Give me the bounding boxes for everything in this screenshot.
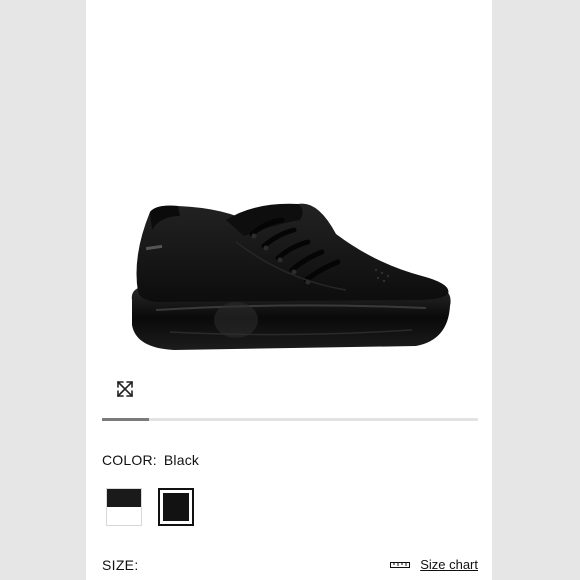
right-margin xyxy=(492,0,580,580)
size-chart-label: Size chart xyxy=(420,557,478,572)
color-label: COLOR: xyxy=(102,452,157,468)
product-image xyxy=(131,203,451,350)
swatch-black-selected[interactable] xyxy=(158,488,194,526)
color-selection: COLOR: Black xyxy=(102,452,199,468)
swatch-black-white[interactable] xyxy=(106,488,142,526)
expand-image-button[interactable] xyxy=(110,374,140,404)
gallery-progress-fill xyxy=(102,418,149,421)
color-value: Black xyxy=(163,452,200,468)
size-label: SIZE: xyxy=(102,557,139,573)
left-margin xyxy=(0,0,86,580)
gallery-progress-bar xyxy=(102,418,478,421)
expand-arrows-icon xyxy=(117,381,133,397)
size-chart-link[interactable]: Size chart xyxy=(390,557,478,572)
ruler-icon xyxy=(390,561,411,568)
swatch-black-fill xyxy=(163,493,189,521)
product-panel: COLOR: Black SIZE: Size chart xyxy=(86,0,492,580)
